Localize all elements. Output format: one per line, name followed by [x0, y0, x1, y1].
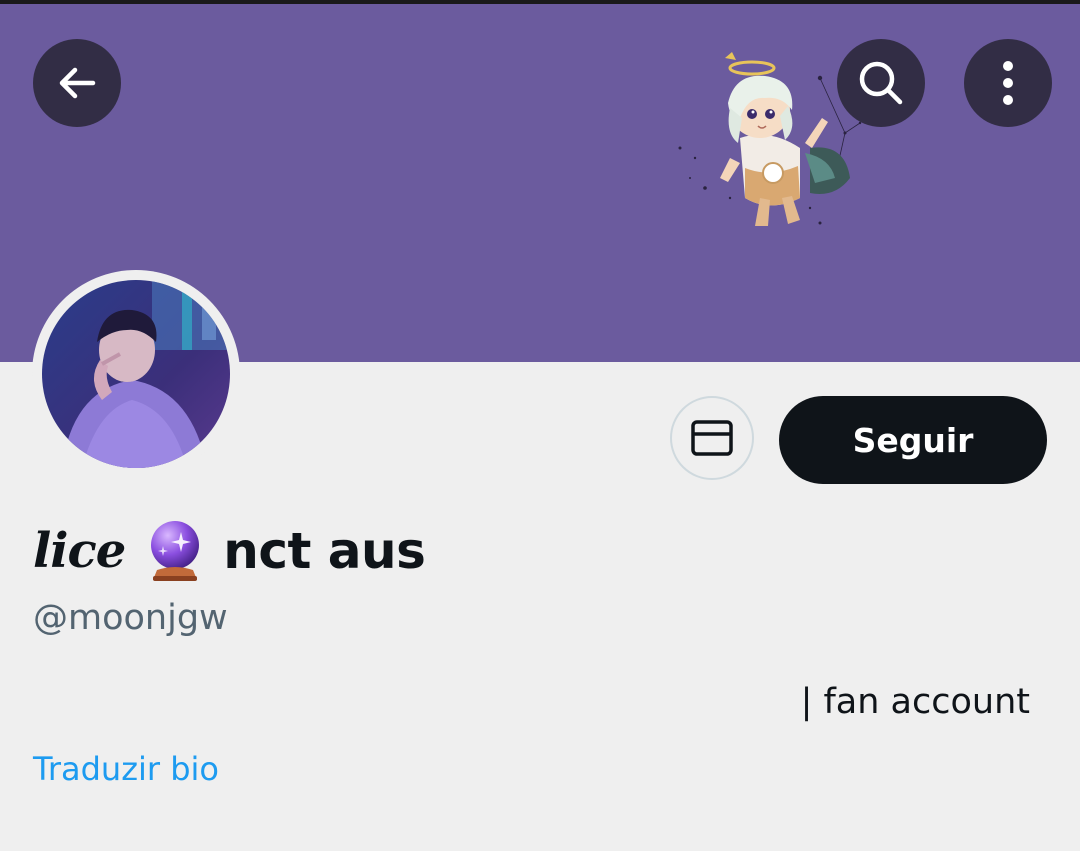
avatar-frame: [32, 270, 240, 478]
display-name-text: nct aus: [223, 522, 426, 580]
profile-handle: @moonjgw: [33, 598, 228, 638]
profile-display-name: lice nct aus: [33, 513, 426, 589]
profile-bio: | fan account: [800, 682, 1030, 722]
translate-bio-link[interactable]: Traduzir bio: [33, 750, 219, 788]
avatar-photo: [42, 280, 230, 468]
display-name-script: lice: [33, 523, 126, 579]
search-button[interactable]: [837, 39, 925, 127]
back-button[interactable]: [33, 39, 121, 127]
follow-button[interactable]: Seguir: [779, 396, 1047, 484]
message-button[interactable]: [670, 396, 754, 480]
profile-screen: Seguir lice nct aus @moonjgw | fan accou…: [0, 0, 1080, 851]
avatar[interactable]: [42, 280, 230, 468]
arrow-left-icon: [59, 67, 96, 99]
envelope-icon: [691, 420, 733, 456]
crystal-ball-emoji-icon: [151, 521, 200, 581]
search-icon: [859, 61, 903, 105]
more-vertical-icon: [1003, 61, 1013, 105]
more-options-button[interactable]: [964, 39, 1052, 127]
